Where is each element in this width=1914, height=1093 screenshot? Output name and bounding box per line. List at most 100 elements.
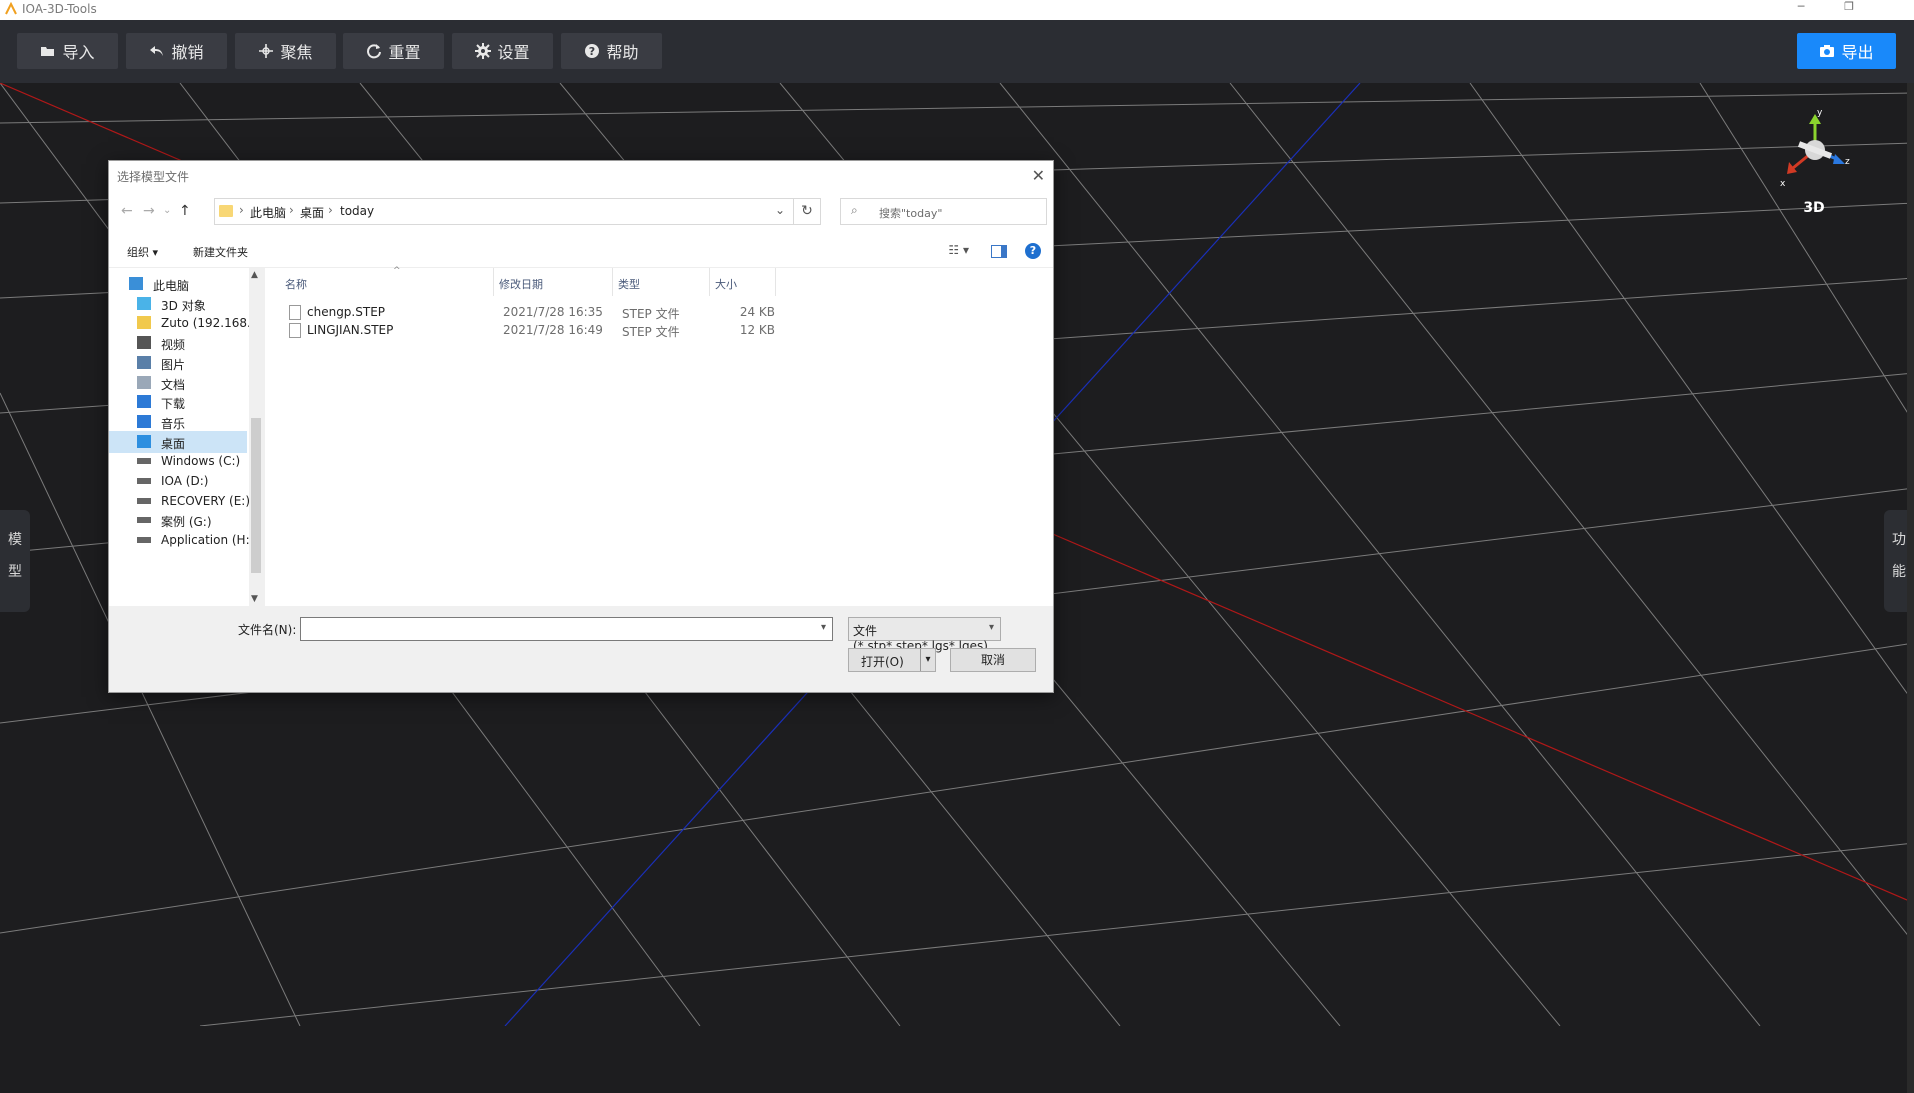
breadcrumb-today[interactable]: today — [340, 204, 374, 218]
axis-orientation-gizmo[interactable]: y z x — [1775, 110, 1855, 190]
refresh-button[interactable]: ↻ — [793, 198, 821, 225]
tree-item[interactable]: RECOVERY (E:) — [109, 490, 249, 512]
chevron-down-icon[interactable]: ▾ — [821, 622, 826, 633]
cancel-button[interactable]: 取消 — [950, 648, 1036, 672]
focus-button[interactable]: 聚焦 — [235, 33, 336, 69]
tree-item-label: Application (H: — [161, 533, 249, 548]
tree-item[interactable]: 图片 — [109, 352, 247, 374]
dialog-title-bar: 选择模型文件 ✕ — [109, 161, 1053, 191]
tree-item[interactable]: 案例 (G:) — [109, 509, 247, 531]
file-row[interactable]: LINGJIAN.STEP 2021/7/28 16:49 STEP 文件 12 KB — [265, 320, 865, 340]
tree-item-label: Zuto (192.168.1 — [161, 316, 249, 331]
3d-objects-icon — [137, 296, 151, 310]
scroll-down-icon[interactable]: ▼ — [251, 594, 258, 604]
file-list: 名称 ^ 修改日期 类型 大小 chengp.STEP 2021/7/28 16:… — [265, 266, 1053, 606]
folder-icon — [219, 205, 233, 217]
chevron-right-icon: › — [289, 203, 294, 217]
tree-item[interactable]: 音乐 — [109, 411, 247, 433]
breadcrumb-desktop[interactable]: 桌面 — [300, 204, 324, 221]
column-header-date[interactable]: 修改日期 — [499, 276, 543, 292]
music-icon — [137, 414, 151, 428]
chevron-down-icon[interactable]: ⌄ — [775, 203, 785, 217]
file-type: STEP 文件 — [622, 325, 680, 339]
filename-field[interactable]: ▾ — [300, 617, 833, 641]
refresh-icon: ↻ — [801, 203, 813, 219]
view-mode-label[interactable]: 3D — [1796, 200, 1832, 216]
open-label: 打开(O) — [861, 655, 904, 669]
tree-item-label: 下载 — [161, 397, 186, 412]
column-divider[interactable] — [493, 268, 494, 296]
tree-item[interactable]: 视频 — [109, 332, 247, 354]
import-button[interactable]: 导入 — [17, 33, 118, 69]
column-header-size[interactable]: 大小 — [715, 276, 737, 292]
tree-item[interactable]: 文档 — [109, 372, 247, 394]
column-divider[interactable] — [775, 268, 776, 296]
open-dropdown-icon[interactable]: ▾ — [920, 649, 935, 671]
undo-button[interactable]: 撤销 — [126, 33, 227, 69]
minimize-button[interactable]: ─ — [1778, 0, 1824, 20]
settings-button[interactable]: 设置 — [452, 33, 553, 69]
column-header-type[interactable]: 类型 — [618, 276, 640, 292]
tree-item-label: 图片 — [161, 357, 186, 372]
new-folder-button[interactable]: 新建文件夹 — [193, 244, 248, 260]
settings-label: 设置 — [497, 43, 530, 62]
drive-icon — [137, 537, 151, 544]
refresh-icon — [367, 44, 382, 59]
tree-item[interactable]: 此电脑 — [109, 273, 247, 295]
search-icon: ⌕ — [851, 203, 858, 217]
scroll-up-icon[interactable]: ▲ — [251, 270, 258, 280]
recent-locations-icon[interactable]: ⌄ — [163, 205, 171, 216]
help-button[interactable]: ? 帮助 — [561, 33, 662, 69]
restore-button[interactable]: ❐ — [1826, 0, 1872, 20]
open-button[interactable]: 打开(O) ▾ — [848, 648, 936, 672]
back-arrow-icon[interactable]: ← — [121, 203, 133, 219]
window-title: IOA-3D-Tools — [22, 2, 97, 16]
file-icon — [289, 323, 301, 338]
network-folder-icon — [137, 316, 151, 330]
up-arrow-icon[interactable]: ↑ — [179, 203, 191, 219]
search-input[interactable]: ⌕ 搜索"today" — [840, 198, 1047, 225]
tree-item[interactable]: 桌面 — [109, 430, 247, 453]
help-icon[interactable]: ? — [1025, 243, 1041, 259]
column-header-name[interactable]: 名称 — [285, 276, 307, 292]
dialog-title: 选择模型文件 — [117, 170, 190, 184]
file-type-select[interactable]: 文件(*.stp*.step*.lgs*.lges) ▾ — [848, 617, 1001, 653]
column-divider[interactable] — [612, 268, 613, 296]
address-bar[interactable]: › 此电脑 › 桌面 › today ⌄ — [214, 198, 794, 225]
tree-scrollbar[interactable]: ▲ ▼ — [249, 268, 263, 606]
tree-item-label: 此电脑 — [153, 279, 190, 293]
tree-item-label: 音乐 — [161, 416, 186, 431]
view-options-icon[interactable]: ☷ ▾ — [948, 243, 969, 257]
tree-item-label: 桌面 — [161, 436, 186, 451]
tree-item[interactable]: Zuto (192.168.1 — [109, 312, 249, 334]
file-row[interactable]: chengp.STEP 2021/7/28 16:35 STEP 文件 24 KB — [265, 302, 865, 322]
tree-item[interactable]: 3D 对象 — [109, 293, 247, 315]
export-button[interactable]: 导出 — [1797, 33, 1896, 69]
column-divider[interactable] — [709, 268, 710, 296]
pictures-icon — [137, 355, 151, 369]
axis-x-label: x — [1780, 179, 1786, 189]
scroll-thumb[interactable] — [251, 418, 261, 573]
forward-arrow-icon[interactable]: → — [143, 203, 155, 219]
import-label: 导入 — [62, 43, 95, 62]
folder-open-icon — [41, 47, 55, 56]
breadcrumb-this-pc[interactable]: 此电脑 — [250, 204, 286, 221]
organize-menu[interactable]: 组织 ▾ — [127, 244, 158, 260]
open-file-dialog: 选择模型文件 ✕ ← → ⌄ ↑ › 此电脑 › 桌面 › today ⌄ ↻ … — [108, 160, 1054, 693]
tree-item[interactable]: Application (H: — [109, 529, 249, 551]
viewport-scrollbar[interactable] — [1907, 83, 1914, 1093]
file-size: 12 KB — [739, 323, 775, 337]
filename-label: 文件名(N): — [238, 623, 297, 637]
drive-icon — [137, 497, 151, 504]
tree-item[interactable]: 下载 — [109, 391, 247, 413]
documents-icon — [137, 375, 151, 389]
model-panel-tab[interactable]: 模 型 — [0, 510, 30, 612]
axis-z-label: z — [1845, 157, 1850, 167]
reset-button[interactable]: 重置 — [343, 33, 444, 69]
tree-item[interactable]: IOA (D:) — [109, 470, 247, 492]
tree-item[interactable]: Windows (C:) — [109, 450, 247, 472]
tree-item-label: 视频 — [161, 338, 186, 353]
close-icon[interactable]: ✕ — [1032, 166, 1045, 185]
preview-pane-icon[interactable] — [991, 245, 1007, 258]
tree-item-label: IOA (D:) — [161, 474, 209, 488]
